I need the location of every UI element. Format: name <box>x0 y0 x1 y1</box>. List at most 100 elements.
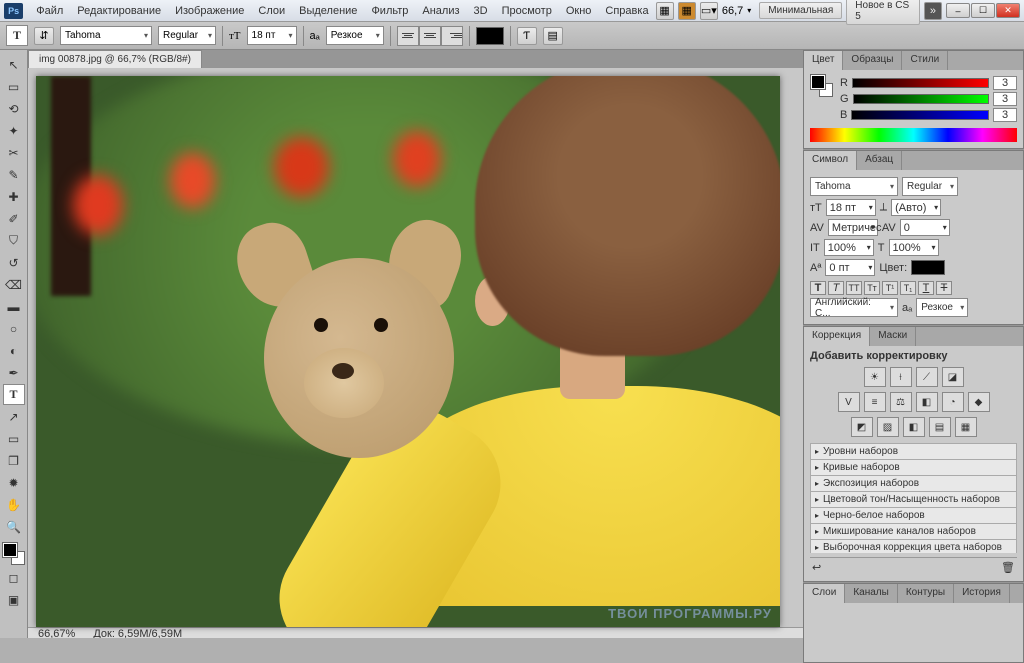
font-size-dropdown[interactable]: 18 пт <box>247 26 297 45</box>
layers-tab[interactable]: Слои <box>804 584 845 603</box>
colorbalance-icon[interactable]: ⚖ <box>890 392 912 412</box>
hue-icon[interactable]: ≡ <box>864 392 886 412</box>
warp-text-icon[interactable]: Ƭ <box>517 27 537 45</box>
close-button[interactable]: ✕ <box>996 3 1020 18</box>
r-value[interactable]: 3 <box>993 76 1017 90</box>
antialias-dropdown[interactable]: Резкое <box>326 26 384 45</box>
strike-button[interactable]: T <box>936 281 952 295</box>
3d-camera-tool[interactable]: ✹ <box>3 472 25 493</box>
adj-trash-icon[interactable]: 🗑 <box>1001 561 1015 574</box>
preset-bw[interactable]: Черно-белое наборов <box>810 507 1017 524</box>
eraser-tool[interactable]: ⌫ <box>3 274 25 295</box>
stamp-tool[interactable]: ⛉ <box>3 230 25 251</box>
preset-curves[interactable]: Кривые наборов <box>810 459 1017 476</box>
paragraph-tab[interactable]: Абзац <box>857 151 902 170</box>
screenmode-tool[interactable]: ▣ <box>3 589 25 610</box>
font-style-dropdown[interactable]: Regular <box>158 26 216 45</box>
minibridge-icon[interactable]: ▦ <box>678 2 696 20</box>
underline-button[interactable]: T <box>918 281 934 295</box>
quickmask-tool[interactable]: ◻ <box>3 567 25 588</box>
preset-huesat[interactable]: Цветовой тон/Насыщенность наборов <box>810 491 1017 508</box>
swatches-tab[interactable]: Образцы <box>843 51 902 70</box>
dodge-tool[interactable]: ◐ <box>3 340 25 361</box>
workspace-more-icon[interactable]: » <box>924 2 942 20</box>
history-brush-tool[interactable]: ↺ <box>3 252 25 273</box>
minimize-button[interactable]: – <box>946 3 970 18</box>
color-chips[interactable] <box>2 542 26 566</box>
char-baseline[interactable]: 0 пт <box>825 259 875 276</box>
text-orientation-icon[interactable]: ⇵ <box>34 27 54 45</box>
heal-tool[interactable]: ✚ <box>3 186 25 207</box>
adj-back-icon[interactable]: ↩ <box>812 561 821 574</box>
align-right-button[interactable] <box>441 26 463 46</box>
bridge-icon[interactable]: ▦ <box>656 2 674 20</box>
move-tool[interactable]: ↖ <box>3 54 25 75</box>
italic-button[interactable]: T <box>828 281 844 295</box>
menu-filter[interactable]: Фильтр <box>364 2 415 20</box>
pen-tool[interactable]: ✒ <box>3 362 25 383</box>
photofilter-icon[interactable]: ◔ <box>942 392 964 412</box>
masks-tab[interactable]: Маски <box>870 327 916 346</box>
menu-image[interactable]: Изображение <box>168 2 251 20</box>
menu-select[interactable]: Выделение <box>292 2 364 20</box>
char-color-swatch[interactable] <box>911 260 945 275</box>
document-tab[interactable]: img 00878.jpg @ 66,7% (RGB/8#) <box>28 50 202 68</box>
color-tab[interactable]: Цвет <box>804 51 843 70</box>
threshold-icon[interactable]: ◧ <box>903 417 925 437</box>
menu-analysis[interactable]: Анализ <box>415 2 466 20</box>
wand-tool[interactable]: ✦ <box>3 120 25 141</box>
workspace-minimal[interactable]: Минимальная <box>759 2 842 19</box>
eyedropper-tool[interactable]: ✎ <box>3 164 25 185</box>
channelmixer-icon[interactable]: ◆ <box>968 392 990 412</box>
preset-levels[interactable]: Уровни наборов <box>810 443 1017 460</box>
smallcaps-button[interactable]: Tᴛ <box>864 281 880 295</box>
menu-edit[interactable]: Редактирование <box>70 2 168 20</box>
adjustments-tab[interactable]: Коррекция <box>804 327 870 346</box>
superscript-button[interactable]: T¹ <box>882 281 898 295</box>
selective-icon[interactable]: ▦ <box>955 417 977 437</box>
channels-tab[interactable]: Каналы <box>845 584 898 603</box>
subscript-button[interactable]: T₁ <box>900 281 916 295</box>
char-hscale[interactable]: 100% <box>889 239 939 256</box>
blur-tool[interactable]: ○ <box>3 318 25 339</box>
text-color-swatch[interactable] <box>476 27 504 45</box>
path-tool[interactable]: ↗ <box>3 406 25 427</box>
crop-tool[interactable]: ✂ <box>3 142 25 163</box>
styles-tab[interactable]: Стили <box>902 51 948 70</box>
3d-tool[interactable]: ❐ <box>3 450 25 471</box>
workspace-cs5[interactable]: Новое в CS 5 <box>846 0 920 25</box>
type-tool-indicator[interactable]: T <box>6 25 28 46</box>
allcaps-button[interactable]: TT <box>846 281 862 295</box>
zoom-tool[interactable]: 🔍 <box>3 516 25 537</box>
g-value[interactable]: 3 <box>993 92 1017 106</box>
preset-selective[interactable]: Выборочная коррекция цвета наборов <box>810 539 1017 553</box>
paths-tab[interactable]: Контуры <box>898 584 954 603</box>
char-kerning[interactable]: Метричес <box>828 219 878 236</box>
preset-exposure[interactable]: Экспозиция наборов <box>810 475 1017 492</box>
char-aa-dropdown[interactable]: Резкое <box>916 298 968 317</box>
b-value[interactable]: 3 <box>993 108 1017 122</box>
exposure-icon[interactable]: ◪ <box>942 367 964 387</box>
font-family-dropdown[interactable]: Tahoma <box>60 26 152 45</box>
menu-help[interactable]: Справка <box>598 2 655 20</box>
char-vscale[interactable]: 100% <box>824 239 874 256</box>
type-tool[interactable]: T <box>3 384 25 405</box>
align-center-button[interactable] <box>419 26 441 46</box>
menu-3d[interactable]: 3D <box>467 2 495 20</box>
r-slider[interactable] <box>852 78 989 88</box>
lasso-tool[interactable]: ⟲ <box>3 98 25 119</box>
layers-body[interactable] <box>804 603 1023 663</box>
char-tracking[interactable]: 0 <box>900 219 950 236</box>
h-scrollbar[interactable]: 66,67% Док: 6,59M/6,59M <box>28 627 803 638</box>
canvas[interactable]: ТВОИ ПРОГРАММЫ.РУ <box>36 76 780 627</box>
menu-layers[interactable]: Слои <box>251 2 292 20</box>
menu-window[interactable]: Окно <box>559 2 599 20</box>
bw-icon[interactable]: ◧ <box>916 392 938 412</box>
char-leading[interactable]: (Авто) <box>891 199 941 216</box>
char-size[interactable]: 18 пт <box>826 199 876 216</box>
shape-tool[interactable]: ▭ <box>3 428 25 449</box>
character-tab[interactable]: Символ <box>804 151 857 170</box>
menu-file[interactable]: Файл <box>29 2 70 20</box>
char-panel-icon[interactable]: ▤ <box>543 27 563 45</box>
gradient-tool[interactable]: ▬ <box>3 296 25 317</box>
